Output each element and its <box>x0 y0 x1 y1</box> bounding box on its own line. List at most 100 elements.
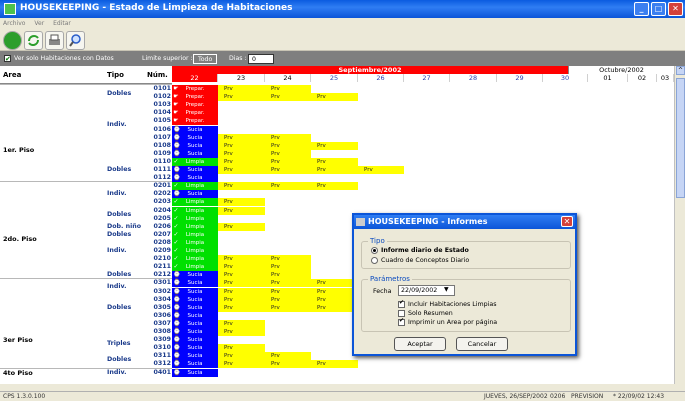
room-status-cell[interactable]: ⌚ Sucia <box>172 166 218 174</box>
prevision-cell[interactable]: Prv <box>218 149 265 158</box>
room-status-cell[interactable]: ⌚ Sucia <box>172 311 218 320</box>
room-status-cell[interactable]: ✓ Limpia <box>172 206 218 215</box>
room-status-cell[interactable]: ⌚ Sucia <box>172 174 218 183</box>
print-icon[interactable] <box>45 31 64 50</box>
prevision-cell[interactable]: Prv <box>265 271 311 280</box>
prevision-cell[interactable]: Prv <box>358 166 404 174</box>
refresh-icon[interactable] <box>24 31 43 50</box>
menu-archivo[interactable]: Archivo <box>0 20 29 27</box>
room-status-cell[interactable]: ☛ Prepar. <box>172 109 218 118</box>
prevision-cell[interactable]: Prv <box>311 360 358 369</box>
room-status-cell[interactable]: ⌚ Sucia <box>172 190 218 199</box>
room-status-cell[interactable]: ⌚ Sucia <box>172 287 218 296</box>
prevision-cell[interactable]: Prv <box>265 166 311 174</box>
prevision-cell[interactable]: Prv <box>311 295 358 304</box>
prevision-cell[interactable]: Prv <box>218 328 265 336</box>
radio-cuadro-conceptos[interactable] <box>371 257 378 264</box>
prevision-cell[interactable]: Prv <box>311 303 358 312</box>
room-status-cell[interactable]: ☛ Prepar. <box>172 93 218 102</box>
prevision-cell[interactable]: Prv <box>265 141 311 150</box>
prevision-cell[interactable]: Prv <box>218 222 265 231</box>
cancelar-button[interactable]: Cancelar <box>456 337 508 351</box>
room-status-cell[interactable]: ⌚ Sucia <box>172 336 218 345</box>
close-button[interactable]: ✕ <box>668 2 683 16</box>
prevision-cell[interactable]: Prv <box>218 344 265 353</box>
prevision-cell[interactable]: Prv <box>218 303 265 312</box>
menu-editar[interactable]: Editar <box>50 20 75 27</box>
room-status-cell[interactable]: ⌚ Sucia <box>172 133 218 142</box>
vertical-scrollbar[interactable]: ^ <box>674 66 685 384</box>
room-status-cell[interactable]: ✓ Limpia <box>172 263 218 272</box>
prevision-cell[interactable]: Prv <box>265 295 311 304</box>
room-status-cell[interactable]: ⌚ Sucia <box>172 141 218 150</box>
prevision-cell[interactable]: Prv <box>265 133 311 142</box>
solo-datos-checkbox[interactable] <box>4 52 11 67</box>
prevision-cell[interactable]: Prv <box>218 166 265 174</box>
scroll-up-icon[interactable]: ^ <box>676 66 685 75</box>
aceptar-button[interactable]: Aceptar <box>394 337 446 351</box>
prevision-cell[interactable]: Prv <box>311 287 358 296</box>
dias-input[interactable]: 0 <box>248 54 274 64</box>
prevision-cell[interactable]: Prv <box>311 166 358 174</box>
room-status-cell[interactable]: ⌚ Sucia <box>172 319 218 328</box>
room-status-cell[interactable]: ⌚ Sucia <box>172 344 218 353</box>
prevision-cell[interactable]: Prv <box>265 157 311 166</box>
menu-ver[interactable]: Ver <box>31 20 48 27</box>
search-icon[interactable] <box>66 31 85 50</box>
room-status-cell[interactable]: ✓ Limpia <box>172 247 218 255</box>
radio-informe-diario[interactable] <box>371 247 378 254</box>
prevision-cell[interactable]: Prv <box>265 85 311 93</box>
room-status-cell[interactable]: ⌚ Sucia <box>172 303 218 312</box>
prevision-cell[interactable]: Prv <box>311 157 358 166</box>
prevision-cell[interactable]: Prv <box>218 206 265 215</box>
prevision-cell[interactable]: Prv <box>218 133 265 142</box>
prevision-cell[interactable]: Prv <box>311 279 358 288</box>
prevision-cell[interactable]: Prv <box>218 263 265 272</box>
prevision-cell[interactable]: Prv <box>265 279 311 288</box>
room-status-cell[interactable]: ✓ Limpia <box>172 230 218 239</box>
room-status-cell[interactable]: ✓ Limpia <box>172 198 218 207</box>
prevision-cell[interactable]: Prv <box>265 149 311 158</box>
room-status-cell[interactable]: ⌚ Sucia <box>172 149 218 158</box>
prevision-cell[interactable]: Prv <box>265 93 311 102</box>
prevision-cell[interactable]: Prv <box>218 255 265 264</box>
dialog-close-button[interactable]: ✕ <box>561 216 573 227</box>
room-status-cell[interactable]: ✓ Limpia <box>172 255 218 264</box>
prevision-cell[interactable]: Prv <box>218 198 265 207</box>
prevision-cell[interactable]: Prv <box>265 287 311 296</box>
room-status-cell[interactable]: ⌚ Sucia <box>172 368 218 377</box>
solo-resumen-checkbox[interactable] <box>398 310 405 317</box>
incluir-limpias-checkbox[interactable]: ✔ <box>398 299 405 308</box>
prevision-cell[interactable]: Prv <box>218 360 265 369</box>
prevision-cell[interactable]: Prv <box>218 93 265 102</box>
room-status-cell[interactable]: ☛ Prepar. <box>172 101 218 110</box>
limite-select[interactable]: Todo <box>193 54 218 64</box>
prevision-cell[interactable]: Prv <box>311 182 358 191</box>
prevision-cell[interactable]: Prv <box>218 295 265 304</box>
prevision-cell[interactable]: Prv <box>265 303 311 312</box>
room-status-cell[interactable]: ⌚ Sucia <box>172 360 218 369</box>
room-status-cell[interactable]: ✓ Limpia <box>172 157 218 166</box>
prevision-cell[interactable]: Prv <box>265 182 311 191</box>
prevision-cell[interactable]: Prv <box>218 157 265 166</box>
room-status-cell[interactable]: ⌚ Sucia <box>172 125 218 134</box>
prevision-cell[interactable]: Prv <box>218 279 265 288</box>
prevision-cell[interactable]: Prv <box>218 271 265 280</box>
prevision-cell[interactable]: Prv <box>311 141 358 150</box>
horizontal-scrollbar[interactable] <box>0 384 685 391</box>
prevision-cell[interactable]: Prv <box>218 352 265 361</box>
area-por-pagina-checkbox[interactable]: ✔ <box>398 317 405 326</box>
prevision-cell[interactable]: Prv <box>265 352 311 361</box>
prevision-cell[interactable]: Prv <box>265 255 311 264</box>
room-status-cell[interactable]: ☛ Prepar. <box>172 117 218 126</box>
prevision-cell[interactable]: Prv <box>218 141 265 150</box>
room-status-cell[interactable]: ⌚ Sucia <box>172 328 218 336</box>
minimize-button[interactable]: _ <box>634 2 649 16</box>
prevision-cell[interactable]: Prv <box>218 287 265 296</box>
prevision-cell[interactable]: Prv <box>265 263 311 272</box>
go-icon[interactable] <box>3 31 22 50</box>
room-status-cell[interactable]: ⌚ Sucia <box>172 295 218 304</box>
room-status-cell[interactable]: ✓ Limpia <box>172 214 218 223</box>
room-status-cell[interactable]: ☛ Prepar. <box>172 85 218 93</box>
prevision-cell[interactable]: Prv <box>311 93 358 102</box>
